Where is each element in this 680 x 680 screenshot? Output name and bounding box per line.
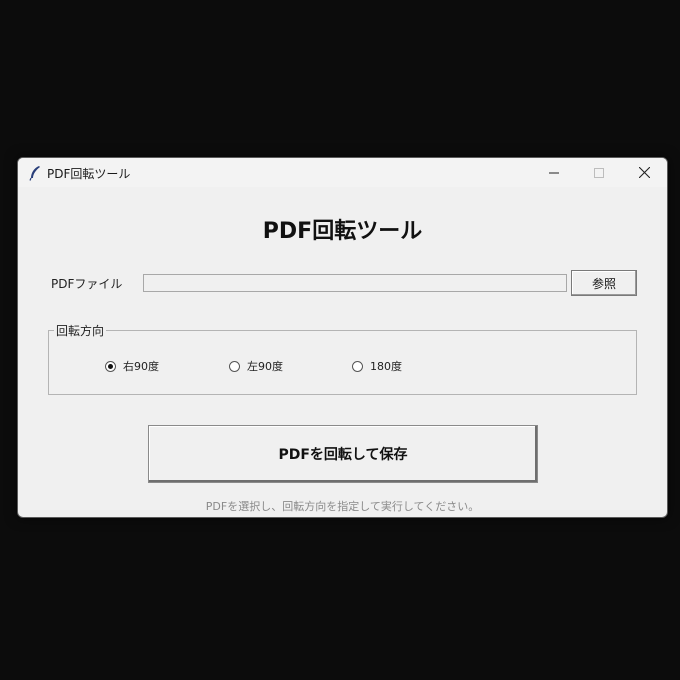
radio-left-90[interactable]: 左90度 (229, 358, 283, 374)
rotate-and-save-button[interactable]: PDFを回転して保存 (148, 425, 538, 483)
app-window: PDF回転ツール PDF回転ツール PDFファイル 参照 回転方向 右90度 左… (17, 157, 668, 518)
radio-button-checked[interactable] (105, 360, 116, 372)
minimize-icon (549, 163, 559, 182)
close-icon (638, 163, 650, 182)
maximize-icon (594, 163, 604, 182)
rotation-group-legend: 回転方向 (54, 322, 107, 339)
browse-button[interactable]: 参照 (571, 270, 637, 296)
radio-button[interactable] (352, 360, 363, 372)
radio-label: 左90度 (247, 360, 283, 373)
window-title: PDF回転ツール (47, 167, 131, 181)
pdf-file-label: PDFファイル (51, 277, 123, 291)
radio-right-90[interactable]: 右90度 (105, 358, 159, 374)
radio-label: 右90度 (123, 360, 159, 373)
title-bar[interactable]: PDF回転ツール (18, 158, 667, 187)
status-text: PDFを選択し、回転方向を指定して実行してください。 (205, 500, 480, 513)
radio-button[interactable] (229, 360, 240, 372)
page-title: PDF回転ツール (262, 219, 423, 244)
close-button[interactable] (621, 158, 667, 187)
minimize-button[interactable] (531, 158, 577, 187)
radio-180[interactable]: 180度 (352, 358, 402, 374)
feather-icon (28, 165, 42, 181)
maximize-button[interactable] (576, 158, 622, 187)
radio-label: 180度 (370, 360, 402, 373)
pdf-file-input[interactable] (143, 274, 567, 292)
